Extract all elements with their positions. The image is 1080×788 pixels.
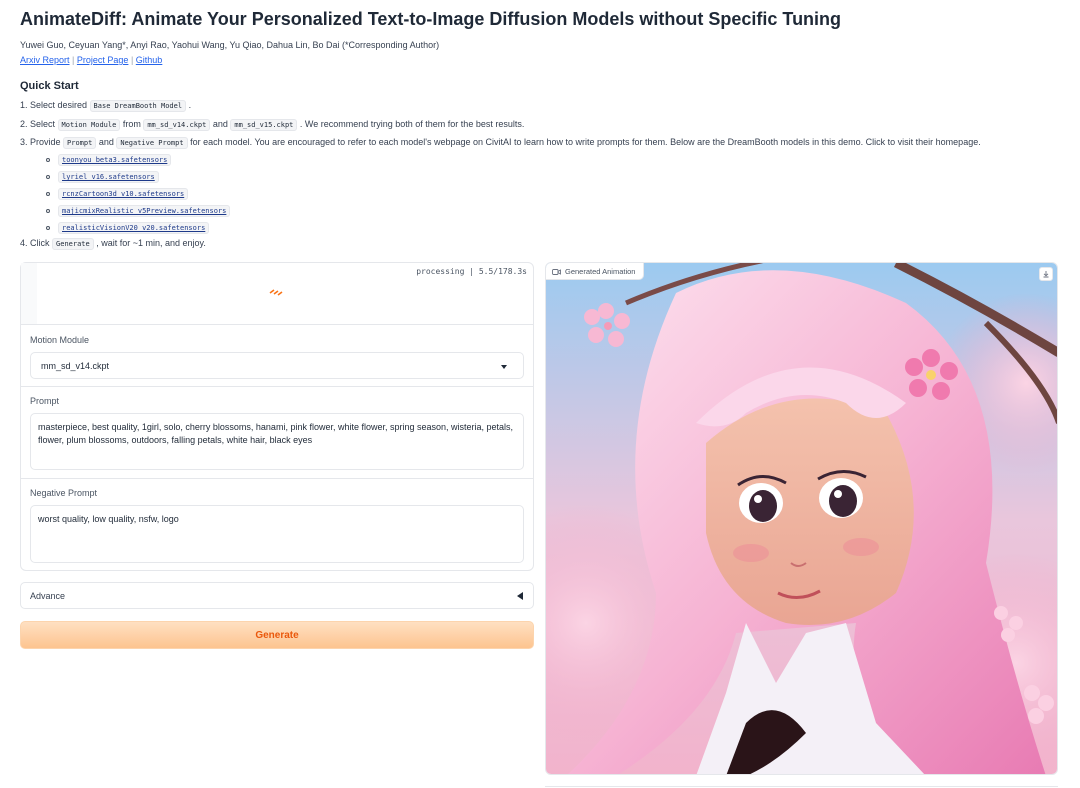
prompt-label: Prompt	[30, 396, 60, 406]
motion-module-dropdown[interactable]: mm_sd_v14.ckpt	[30, 352, 524, 379]
input-panel: processing | 5.5/178.3s Motion Module mm…	[20, 262, 534, 571]
bullet-icon	[46, 158, 50, 162]
processing-status: processing | 5.5/178.3s	[416, 267, 527, 276]
step-text: .	[186, 100, 192, 110]
model-link-item[interactable]: majicmixRealistic_v5Preview.safetensors	[46, 205, 231, 217]
inline-code: Negative Prompt	[116, 137, 188, 149]
paper-links: Arxiv Report | Project Page | Github	[20, 55, 162, 65]
generated-animation-panel: Generated Animation	[545, 262, 1058, 775]
generated-animation-label-text: Generated Animation	[565, 267, 636, 276]
inline-code: mm_sd_v14.ckpt	[143, 119, 211, 131]
step-2: 2. Select Motion Module from mm_sd_v14.c…	[20, 119, 525, 131]
step-text: . We recommend trying both of them for t…	[297, 119, 525, 129]
inline-code: Generate	[52, 238, 94, 250]
model-link[interactable]: realisticVisionV20_v20.safetensors	[58, 222, 210, 234]
project-page-link[interactable]: Project Page	[77, 55, 129, 65]
chevron-down-icon	[501, 365, 507, 369]
divider	[545, 786, 1058, 787]
link-separator: |	[130, 55, 134, 65]
model-link[interactable]: toonyou_beta3.safetensors	[58, 154, 172, 166]
progress-area: processing | 5.5/178.3s	[21, 263, 533, 325]
step-text: and	[96, 137, 117, 147]
step-4: 4. Click Generate , wait for ~1 min, and…	[20, 238, 206, 250]
progress-bar	[21, 263, 37, 324]
model-link[interactable]: lyriel_v16.safetensors	[58, 171, 159, 183]
inline-code: Base DreamBooth Model	[89, 100, 187, 112]
step-text: from	[120, 119, 144, 129]
inline-code: Motion Module	[57, 119, 121, 131]
model-link[interactable]: rcnzCartoon3d_v10.safetensors	[58, 188, 189, 200]
arxiv-link[interactable]: Arxiv Report	[20, 55, 70, 65]
download-button[interactable]	[1039, 267, 1053, 281]
bullet-icon	[46, 226, 50, 230]
advance-accordion[interactable]: Advance	[20, 582, 534, 609]
negative-prompt-section: Negative Prompt worst quality, low quali…	[21, 479, 533, 571]
motion-module-section: Motion Module mm_sd_v14.ckpt	[21, 325, 533, 387]
generated-animation-label: Generated Animation	[546, 263, 645, 280]
github-link[interactable]: Github	[136, 55, 163, 65]
caret-left-icon	[517, 592, 523, 600]
inline-code: Prompt	[63, 137, 97, 149]
negative-prompt-input[interactable]: worst quality, low quality, nsfw, logo	[30, 505, 524, 563]
bullet-icon	[46, 209, 50, 213]
link-separator: |	[72, 55, 75, 65]
prompt-input[interactable]: masterpiece, best quality, 1girl, solo, …	[30, 413, 524, 470]
video-camera-icon	[552, 269, 561, 275]
page-title: AnimateDiff: Animate Your Personalized T…	[20, 9, 842, 29]
prompt-section: Prompt masterpiece, best quality, 1girl,…	[21, 387, 533, 479]
quick-start-heading: Quick Start	[20, 80, 79, 92]
generate-label: Generate	[255, 630, 299, 641]
generated-animation-image	[546, 263, 1057, 774]
authors: Yuwei Guo, Ceyuan Yang*, Anyi Rao, Yaohu…	[20, 40, 440, 50]
motion-module-value: mm_sd_v14.ckpt	[41, 361, 110, 371]
motion-module-label: Motion Module	[30, 335, 90, 345]
loading-spinner-icon	[269, 289, 283, 296]
download-icon	[1043, 271, 1049, 278]
step-text: 2. Select	[20, 119, 58, 129]
bullet-icon	[46, 192, 50, 196]
step-3: 3. Provide Prompt and Negative Prompt fo…	[20, 137, 981, 149]
step-text: 1. Select desired	[20, 100, 90, 110]
model-link-item[interactable]: realisticVisionV20_v20.safetensors	[46, 222, 210, 234]
step-text: for each model. You are encouraged to re…	[187, 137, 981, 147]
negative-prompt-label: Negative Prompt	[30, 488, 98, 498]
step-text: 3. Provide	[20, 137, 64, 147]
advance-label: Advance	[30, 591, 66, 601]
inline-code: mm_sd_v15.ckpt	[230, 119, 298, 131]
model-link-item[interactable]: lyriel_v16.safetensors	[46, 171, 159, 183]
model-link-item[interactable]: rcnzCartoon3d_v10.safetensors	[46, 188, 189, 200]
step-text: , wait for ~1 min, and enjoy.	[93, 238, 206, 248]
step-text: 4. Click	[20, 238, 53, 248]
step-text: and	[210, 119, 231, 129]
model-link[interactable]: majicmixRealistic_v5Preview.safetensors	[58, 205, 231, 217]
generate-button[interactable]: Generate	[20, 621, 534, 649]
bullet-icon	[46, 175, 50, 179]
step-1: 1. Select desired Base DreamBooth Model …	[20, 100, 192, 112]
model-link-item[interactable]: toonyou_beta3.safetensors	[46, 154, 172, 166]
